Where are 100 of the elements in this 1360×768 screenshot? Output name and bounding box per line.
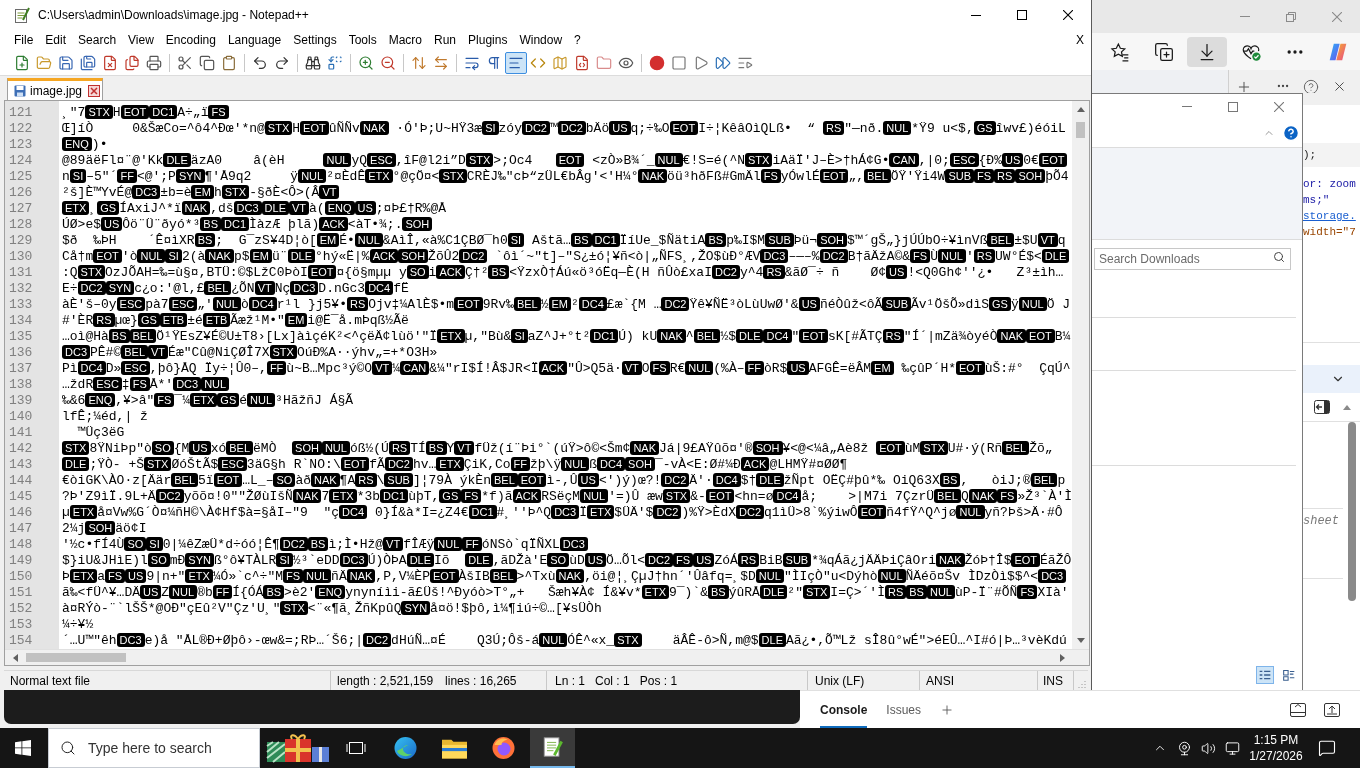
binary-text: a: [97, 568, 106, 584]
control-character-label: RS: [822, 121, 845, 135]
binary-text: 0}Í&à*I=¿Z4€: [373, 504, 469, 520]
search-field[interactable]: Search Downloads: [1094, 247, 1291, 270]
menu-item[interactable]: File: [8, 31, 40, 49]
gift-boxes-icon[interactable]: [265, 733, 331, 763]
control-character-label: ETX: [62, 201, 90, 215]
binary-text: ZóÁ: [714, 552, 738, 568]
menu-item[interactable]: Language: [221, 31, 288, 49]
character-position: Pos : 1: [639, 672, 678, 690]
binary-text: @LHMŸ#¤ØØ¶: [769, 456, 848, 472]
binary-text: >^Txù: [516, 568, 556, 584]
binary-text: {M: [173, 440, 190, 456]
close-document-menu-item[interactable]: X: [1076, 31, 1084, 49]
maximize-icon[interactable]: [1017, 10, 1027, 20]
menu-item[interactable]: Run: [428, 31, 463, 49]
control-character-label: ESC: [218, 457, 247, 471]
plus-icon[interactable]: [1236, 79, 1252, 95]
control-character-label: DC2: [557, 121, 586, 135]
menu-item[interactable]: Edit: [39, 31, 73, 49]
document-tab[interactable]: image.jpg: [7, 78, 104, 100]
indent-guide-icon[interactable]: [505, 51, 527, 74]
upload-tray-icon[interactable]: [1324, 702, 1340, 717]
menu-item[interactable]: Tools: [342, 31, 383, 49]
control-character-label: VT: [383, 537, 404, 551]
binary-text: U#·ý(Rñ: [947, 440, 1003, 456]
details-view-icon[interactable]: [1256, 666, 1274, 684]
control-character-label: STX: [662, 489, 691, 503]
menu-item[interactable]: ?: [568, 31, 587, 49]
scroll-right-arrow-icon[interactable]: [1059, 653, 1065, 662]
control-character-label: GS: [137, 313, 160, 327]
control-character-label: NUL: [580, 489, 609, 503]
binary-text: ;ŸÒ- +Š: [89, 456, 144, 472]
control-character-label: EM: [316, 233, 340, 247]
close-tab-icon[interactable]: [88, 84, 101, 97]
network-monitor-icon[interactable]: [1224, 740, 1240, 756]
menu-item[interactable]: View: [122, 31, 160, 49]
control-character-label: EM: [249, 249, 272, 263]
line-number: 121: [9, 104, 33, 120]
binary-text: AFGÊ=ëÂM: [808, 360, 872, 376]
control-character-label: ACK: [538, 361, 568, 375]
binary-text: žÑpt OËÇ#þû*‰ OiQ63X: [783, 472, 940, 488]
drawer-tab[interactable]: Issues: [886, 691, 922, 728]
webcam-icon[interactable]: [1176, 740, 1192, 756]
menu-item[interactable]: Settings: [287, 31, 343, 49]
minimize-icon[interactable]: [971, 14, 981, 16]
binary-text: ,¥>â": [115, 392, 155, 408]
scroll-up-arrow-icon[interactable]: [1343, 404, 1351, 410]
dock-panel-icon[interactable]: [1290, 702, 1306, 717]
clock-time[interactable]: 1:15 PM: [1253, 732, 1299, 748]
control-character-label: NUL: [877, 569, 906, 583]
collapse-panel-icon[interactable]: [1314, 400, 1330, 414]
binary-text: Iõ: [434, 552, 451, 568]
close-icon[interactable]: [1063, 10, 1073, 20]
binary-text: mÐ: [169, 552, 186, 568]
line-position: Ln : 1: [555, 672, 586, 690]
notepad-app-icon[interactable]: [530, 728, 575, 768]
binary-text: dHúÑ…¤É Q3Ú;Ôš-á: [391, 632, 540, 648]
menu-item[interactable]: Search: [72, 31, 123, 49]
windows-logo-icon[interactable]: [15, 740, 31, 756]
control-character-label: VT: [372, 361, 393, 375]
help-icon[interactable]: [1303, 79, 1319, 95]
code-link[interactable]: storage.: [1303, 209, 1356, 223]
binary-text: ; G¯zS¥4D¦ò[: [215, 232, 317, 248]
control-character-label: FS: [760, 169, 781, 183]
menu-item[interactable]: Window: [513, 31, 569, 49]
scrollbar-thumb[interactable]: [1076, 122, 1085, 138]
download-icon[interactable]: [1187, 36, 1228, 67]
control-character-label: DC2: [279, 537, 308, 551]
taskbar-search-field[interactable]: Type here to search: [48, 728, 260, 768]
menu-item[interactable]: Encoding: [159, 31, 222, 49]
search-icon[interactable]: [60, 740, 76, 756]
binary-text: B†ãÄžA©&: [847, 248, 911, 264]
control-character-label: BEL: [204, 281, 232, 295]
control-character-label: ENQ: [62, 137, 92, 151]
control-character-label: SI: [276, 553, 293, 567]
task-view-icon[interactable]: [346, 740, 366, 756]
scroll-up-arrow-icon[interactable]: [1076, 107, 1085, 112]
scrollbar-thumb[interactable]: [1347, 422, 1356, 601]
control-character-label: DC1: [590, 329, 619, 343]
binary-text: )%Ÿ>ÈdX: [681, 504, 736, 520]
menu-item[interactable]: Plugins: [462, 31, 514, 49]
menu-item[interactable]: Macro: [382, 31, 428, 49]
binary-text: óß½(Ú: [349, 440, 389, 456]
line-number: 148: [9, 536, 33, 552]
clock-date[interactable]: 1/27/2026: [1249, 748, 1303, 764]
resize-grip-icon[interactable]: [1078, 680, 1086, 688]
notification-icon[interactable]: [1318, 739, 1336, 757]
binary-text: *¾qÁã¿jÄÄÞiÇâOri: [811, 552, 936, 568]
scroll-left-arrow-icon[interactable]: [12, 653, 18, 662]
line-number: 152: [9, 600, 33, 616]
binary-text: ³HãžñJ Á§Ã: [275, 392, 354, 408]
binary-text: »Ž³`À'Ì: [1017, 488, 1072, 504]
scroll-down-arrow-icon[interactable]: [1076, 638, 1085, 643]
control-character-label: BEL: [490, 473, 518, 487]
scrollbar-thumb[interactable]: [26, 653, 126, 662]
restore-icon[interactable]: [1286, 11, 1296, 22]
binary-text: òR$: [763, 360, 788, 376]
binary-text: '½c•fÍ4Ù: [62, 536, 125, 552]
speaker-icon[interactable]: [1200, 740, 1216, 756]
